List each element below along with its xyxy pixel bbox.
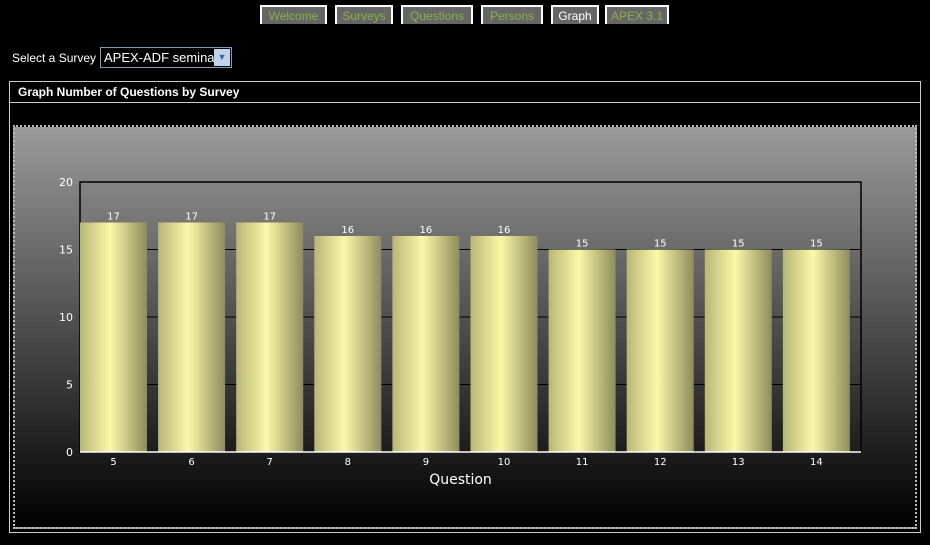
tab-graph[interactable]: Graph: [551, 5, 599, 24]
data-label: 15: [654, 239, 667, 250]
x-tick-label: 7: [267, 457, 273, 468]
x-tick-label: 12: [654, 457, 667, 468]
bar: [236, 222, 304, 452]
tab-surveys[interactable]: Surveys: [335, 5, 393, 24]
data-label: 17: [107, 212, 120, 223]
data-label: 17: [185, 212, 198, 223]
bar-chart: 0 5 10 15 20 17 5 17 6 17 7 16 8 16 9 16 10 15 11 15 12 15 13 1…: [59, 176, 862, 488]
chart-area: 0 5 10 15 20 17 5 17 6 17 7 16 8 16 9 16 10 15 11 15 12 15 13 1…: [13, 125, 917, 529]
survey-select[interactable]: APEX-ADF seminar ▼: [100, 47, 232, 68]
data-label: 15: [810, 239, 823, 250]
data-label: 15: [576, 239, 589, 250]
tab-welcome[interactable]: Welcome: [260, 5, 327, 24]
x-tick-label: 8: [345, 457, 351, 468]
bar: [548, 249, 616, 452]
bar: [470, 236, 538, 452]
y-tick-label: 0: [66, 446, 73, 459]
bar: [392, 236, 460, 452]
tab-bar: Welcome Surveys Questions Persons Graph …: [0, 5, 930, 25]
data-label: 15: [732, 239, 745, 250]
data-label: 16: [420, 225, 433, 236]
graph-region: Graph Number of Questions by Survey 0 5 10…: [9, 81, 921, 533]
bar: [626, 249, 694, 452]
bar: [314, 236, 382, 452]
x-tick-label: 14: [810, 457, 823, 468]
chevron-down-icon[interactable]: ▼: [214, 49, 230, 66]
x-tick-label: 5: [110, 457, 116, 468]
x-tick-label: 13: [732, 457, 745, 468]
survey-select-value: APEX-ADF seminar: [104, 50, 219, 65]
tab-questions[interactable]: Questions: [401, 5, 473, 24]
bar: [704, 249, 772, 452]
tab-persons[interactable]: Persons: [481, 5, 543, 24]
bar: [80, 222, 147, 452]
y-tick-label: 10: [59, 311, 73, 324]
data-label: 17: [263, 212, 276, 223]
y-tick-label: 15: [59, 244, 73, 257]
x-tick-label: 6: [188, 457, 194, 468]
x-tick-label: 11: [576, 457, 589, 468]
data-label: 16: [341, 225, 354, 236]
bar: [158, 222, 226, 452]
x-tick-label: 10: [498, 457, 511, 468]
x-tick-label: 9: [423, 457, 429, 468]
region-title: Graph Number of Questions by Survey: [10, 82, 920, 103]
survey-select-label: Select a Survey: [12, 51, 97, 65]
y-tick-label: 20: [59, 176, 73, 189]
y-tick-label: 5: [66, 379, 73, 392]
tab-apex[interactable]: APEX 3.1: [605, 5, 669, 24]
data-label: 16: [498, 225, 511, 236]
x-axis-title: Question: [429, 472, 492, 488]
bar: [782, 249, 850, 452]
